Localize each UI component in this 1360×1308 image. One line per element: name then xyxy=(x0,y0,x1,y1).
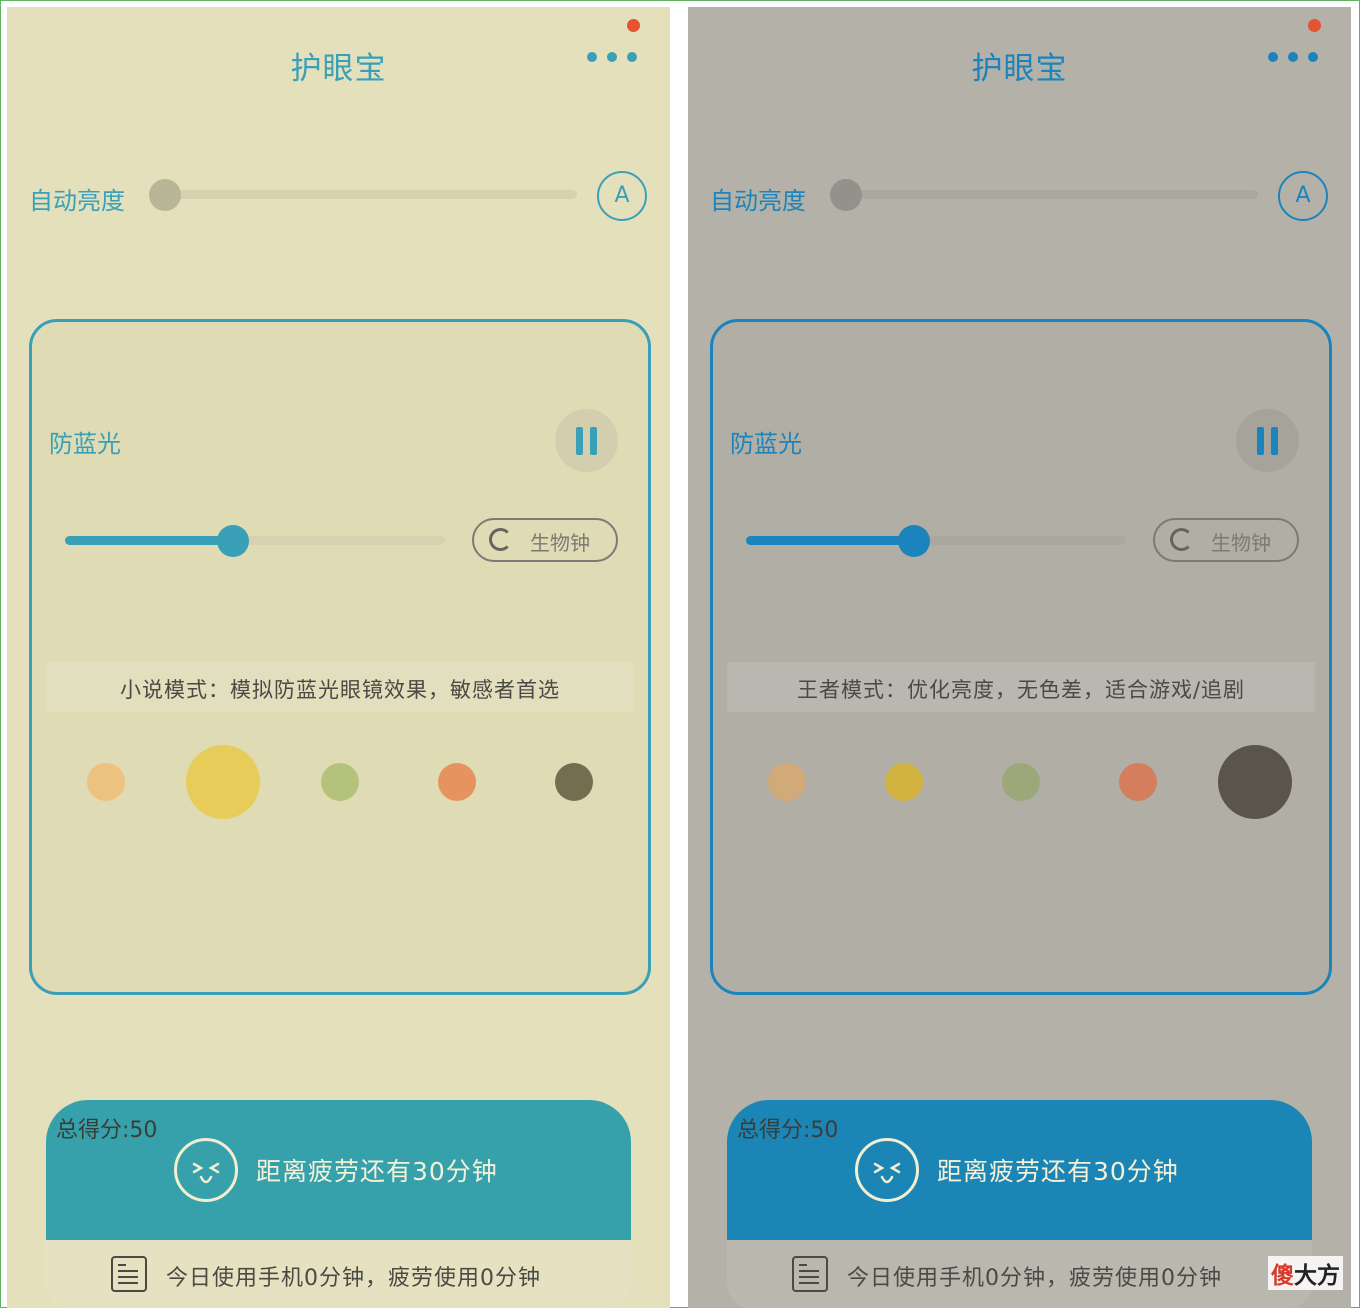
auto-brightness-label: 自动亮度 xyxy=(29,187,125,215)
fatigue-score-card: 总得分:50 距离疲劳还有30分钟 xyxy=(46,1100,631,1240)
blue-light-filter-label: 防蓝光 xyxy=(49,430,121,458)
brightness-slider-handle[interactable] xyxy=(149,179,181,211)
mode-description: 小说模式：模拟防蓝光眼镜效果，敏感者首选 xyxy=(120,678,560,702)
phone-screen-right: 护眼宝 自动亮度 A 防蓝光 生物钟 王者模式：优化亮度，无色差，适合游戏/追剧… xyxy=(688,7,1351,1308)
more-dot-icon xyxy=(587,52,597,62)
mode-description: 王者模式：优化亮度，无色差，适合游戏/追剧 xyxy=(796,678,1246,702)
more-dot-icon xyxy=(1308,52,1318,62)
squint-face-icon xyxy=(855,1138,919,1202)
more-options-button[interactable] xyxy=(1268,49,1328,63)
color-swatch[interactable] xyxy=(186,745,260,819)
fatigue-countdown: 距离疲劳还有30分钟 xyxy=(937,1157,1179,1186)
usage-summary: 今日使用手机0分钟，疲劳使用0分钟 xyxy=(46,1240,631,1308)
biological-clock-button[interactable]: 生物钟 xyxy=(1153,518,1299,562)
document-list-icon xyxy=(111,1256,147,1292)
fatigue-score-card: 总得分:50 距离疲劳还有30分钟 xyxy=(727,1100,1312,1240)
usage-summary-text: 今日使用手机0分钟，疲劳使用0分钟 xyxy=(847,1266,1222,1291)
blue-light-filter-card: 防蓝光 生物钟 王者模式：优化亮度，无色差，适合游戏/追剧 xyxy=(710,319,1332,995)
phone-screen-left: 护眼宝 自动亮度 A 防蓝光 生物钟 小说模式：模拟防蓝光眼镜效果，敏感者首选 … xyxy=(7,7,670,1308)
color-swatch[interactable] xyxy=(321,763,359,801)
color-swatch[interactable] xyxy=(555,763,593,801)
more-dot-icon xyxy=(1288,52,1298,62)
brightness-slider-track[interactable] xyxy=(157,190,577,199)
clock-ring-icon xyxy=(1170,528,1193,551)
pause-icon xyxy=(1271,427,1278,455)
filter-intensity-handle[interactable] xyxy=(217,525,249,557)
usage-summary: 今日使用手机0分钟，疲劳使用0分钟 xyxy=(727,1240,1312,1308)
filter-intensity-handle[interactable] xyxy=(898,525,930,557)
total-score: 总得分:50 xyxy=(56,1118,158,1143)
total-score: 总得分:50 xyxy=(737,1118,839,1143)
notification-dot xyxy=(627,19,640,32)
color-swatch[interactable] xyxy=(885,763,923,801)
auto-brightness-label: 自动亮度 xyxy=(710,187,806,215)
more-dot-icon xyxy=(607,52,617,62)
biological-clock-label: 生物钟 xyxy=(1211,531,1271,555)
auto-brightness-button[interactable]: A xyxy=(597,171,647,221)
blue-light-filter-label: 防蓝光 xyxy=(730,430,802,458)
auto-brightness-button[interactable]: A xyxy=(1278,171,1328,221)
filter-intensity-fill xyxy=(65,536,232,545)
usage-summary-text: 今日使用手机0分钟，疲劳使用0分钟 xyxy=(166,1266,541,1291)
more-dot-icon xyxy=(1268,52,1278,62)
pause-icon xyxy=(1257,427,1264,455)
pause-filter-button[interactable] xyxy=(555,409,618,472)
brightness-slider-track[interactable] xyxy=(838,190,1258,199)
watermark-logo: 傻大方 xyxy=(1268,1256,1343,1290)
color-swatch[interactable] xyxy=(1119,763,1157,801)
filter-intensity-fill xyxy=(746,536,913,545)
color-swatch[interactable] xyxy=(1218,745,1292,819)
fatigue-countdown: 距离疲劳还有30分钟 xyxy=(256,1157,498,1186)
color-swatch[interactable] xyxy=(768,763,806,801)
clock-ring-icon xyxy=(489,528,512,551)
more-dot-icon xyxy=(627,52,637,62)
pause-icon xyxy=(590,427,597,455)
color-swatch[interactable] xyxy=(1002,763,1040,801)
pause-filter-button[interactable] xyxy=(1236,409,1299,472)
more-options-button[interactable] xyxy=(587,49,647,63)
biological-clock-label: 生物钟 xyxy=(530,531,590,555)
squint-face-icon xyxy=(174,1138,238,1202)
app-title: 护眼宝 xyxy=(290,51,387,87)
blue-light-filter-card: 防蓝光 生物钟 小说模式：模拟防蓝光眼镜效果，敏感者首选 xyxy=(29,319,651,995)
document-list-icon xyxy=(792,1256,828,1292)
app-title: 护眼宝 xyxy=(971,51,1068,87)
color-swatch[interactable] xyxy=(438,763,476,801)
biological-clock-button[interactable]: 生物钟 xyxy=(472,518,618,562)
notification-dot xyxy=(1308,19,1321,32)
color-swatch[interactable] xyxy=(87,763,125,801)
brightness-slider-handle[interactable] xyxy=(830,179,862,211)
pause-icon xyxy=(576,427,583,455)
